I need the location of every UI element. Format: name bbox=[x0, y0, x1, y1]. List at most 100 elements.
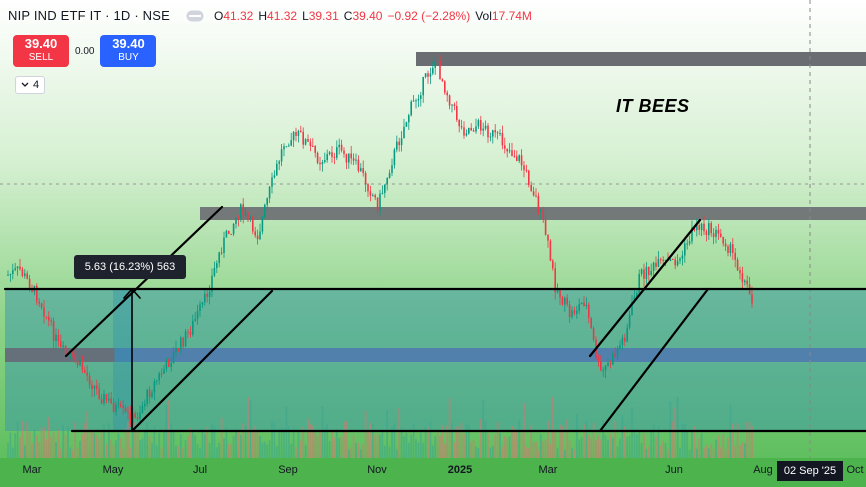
volume-bar bbox=[508, 436, 511, 458]
candle-body bbox=[439, 61, 441, 80]
candle-body bbox=[242, 204, 244, 216]
candle-body bbox=[288, 145, 290, 147]
volume-bar bbox=[371, 423, 374, 458]
candle-body bbox=[556, 289, 559, 293]
volume-bar bbox=[554, 429, 557, 458]
chart-annotation-text[interactable]: IT BEES bbox=[616, 96, 690, 117]
volume-bar bbox=[124, 428, 127, 458]
candle-body bbox=[652, 262, 655, 271]
indicators-toggle[interactable]: 4 bbox=[15, 76, 45, 94]
candle-body bbox=[643, 269, 645, 279]
volume-bar bbox=[417, 442, 420, 458]
volume-bar bbox=[309, 423, 312, 458]
candle-body bbox=[520, 155, 523, 166]
volume-bar bbox=[59, 448, 62, 458]
volume-bar bbox=[544, 439, 547, 458]
candle-body bbox=[429, 73, 432, 77]
ohlc-close: C39.40 bbox=[343, 8, 383, 23]
candle-body bbox=[532, 191, 535, 196]
volume-bar bbox=[398, 407, 401, 458]
volume-bar bbox=[357, 442, 360, 458]
candle-body bbox=[384, 184, 386, 193]
volume-bar bbox=[35, 435, 38, 458]
candle-body bbox=[729, 244, 732, 253]
volume-bar bbox=[362, 444, 365, 458]
volume-bar bbox=[643, 433, 645, 458]
volume-bar bbox=[143, 431, 146, 458]
candle-body bbox=[614, 353, 616, 357]
candle-body bbox=[273, 175, 276, 178]
candle-body bbox=[14, 268, 16, 270]
candle-body bbox=[657, 259, 660, 267]
candle-body bbox=[655, 262, 657, 267]
time-axis[interactable]: Mar May Jul Sep Nov 2025 Mar Jun Aug Oct bbox=[0, 458, 866, 487]
volume-bar bbox=[119, 438, 122, 458]
measurement-label[interactable]: 5.63 (16.23%) 563 bbox=[74, 255, 186, 279]
candle-body bbox=[494, 130, 496, 133]
trade-panel: 39.40 SELL 0.00 39.40 BUY bbox=[13, 35, 157, 67]
volume-bar bbox=[609, 433, 612, 458]
candle-body bbox=[357, 159, 360, 171]
volume-bar bbox=[201, 428, 204, 458]
candle-body bbox=[710, 223, 712, 234]
volume-bar bbox=[333, 437, 336, 458]
volume-bar bbox=[453, 442, 456, 458]
candle-body bbox=[708, 223, 710, 236]
candle-body bbox=[724, 243, 727, 247]
volume-bar bbox=[427, 427, 429, 458]
candle-body bbox=[410, 101, 412, 116]
volume-bar bbox=[559, 424, 561, 458]
volume-bar bbox=[645, 448, 648, 458]
volume-bar bbox=[415, 438, 417, 458]
candle-body bbox=[624, 337, 626, 342]
volume-bar bbox=[299, 440, 302, 458]
eye-icon[interactable] bbox=[186, 10, 204, 22]
candle-body bbox=[444, 81, 446, 93]
candle-body bbox=[134, 413, 136, 418]
chart-area[interactable] bbox=[0, 0, 866, 487]
volume-bar bbox=[698, 438, 701, 458]
symbol-title[interactable]: NIP IND ETF IT · 1D · NSE bbox=[8, 8, 170, 23]
candle-body bbox=[355, 159, 357, 161]
candle-body bbox=[108, 398, 110, 401]
candle-body bbox=[343, 150, 345, 154]
volume-bar bbox=[479, 418, 482, 458]
candle-body bbox=[415, 100, 417, 102]
candle-body bbox=[72, 353, 74, 355]
candle-body bbox=[717, 229, 720, 234]
volume-bar bbox=[338, 437, 341, 458]
candle-body bbox=[571, 310, 573, 318]
volume-bar bbox=[314, 430, 317, 458]
candle-body bbox=[400, 138, 403, 146]
candle-body bbox=[259, 231, 261, 240]
candle-body bbox=[542, 208, 544, 220]
volume-bar bbox=[326, 424, 329, 458]
volume-bar bbox=[686, 430, 689, 458]
volume-bar bbox=[136, 432, 139, 458]
volume-bar bbox=[187, 436, 189, 458]
volume-bar bbox=[688, 449, 691, 458]
volume-bar bbox=[604, 435, 607, 458]
volume-bar bbox=[352, 435, 355, 458]
candle-body bbox=[674, 259, 676, 266]
volume-bar bbox=[28, 431, 31, 458]
candle-body bbox=[295, 132, 297, 136]
volume-bar bbox=[436, 432, 439, 458]
volume-bar bbox=[43, 427, 45, 458]
volume-bar bbox=[556, 447, 559, 458]
candle-body bbox=[662, 259, 664, 262]
buy-button[interactable]: 39.40 BUY bbox=[100, 35, 157, 67]
volume-bar bbox=[304, 444, 307, 458]
candle-body bbox=[261, 216, 264, 232]
candle-body bbox=[309, 141, 312, 146]
sell-button[interactable]: 39.40 SELL bbox=[13, 35, 69, 67]
candle-body bbox=[122, 406, 124, 408]
time-axis-label: Oct bbox=[846, 464, 864, 476]
price-chart[interactable] bbox=[0, 0, 866, 458]
candle-body bbox=[585, 304, 588, 307]
volume-bar bbox=[491, 446, 494, 458]
volume-bar bbox=[676, 396, 679, 458]
volume-bar bbox=[563, 449, 566, 458]
volume-bar bbox=[547, 420, 549, 458]
volume-bar bbox=[247, 397, 249, 458]
